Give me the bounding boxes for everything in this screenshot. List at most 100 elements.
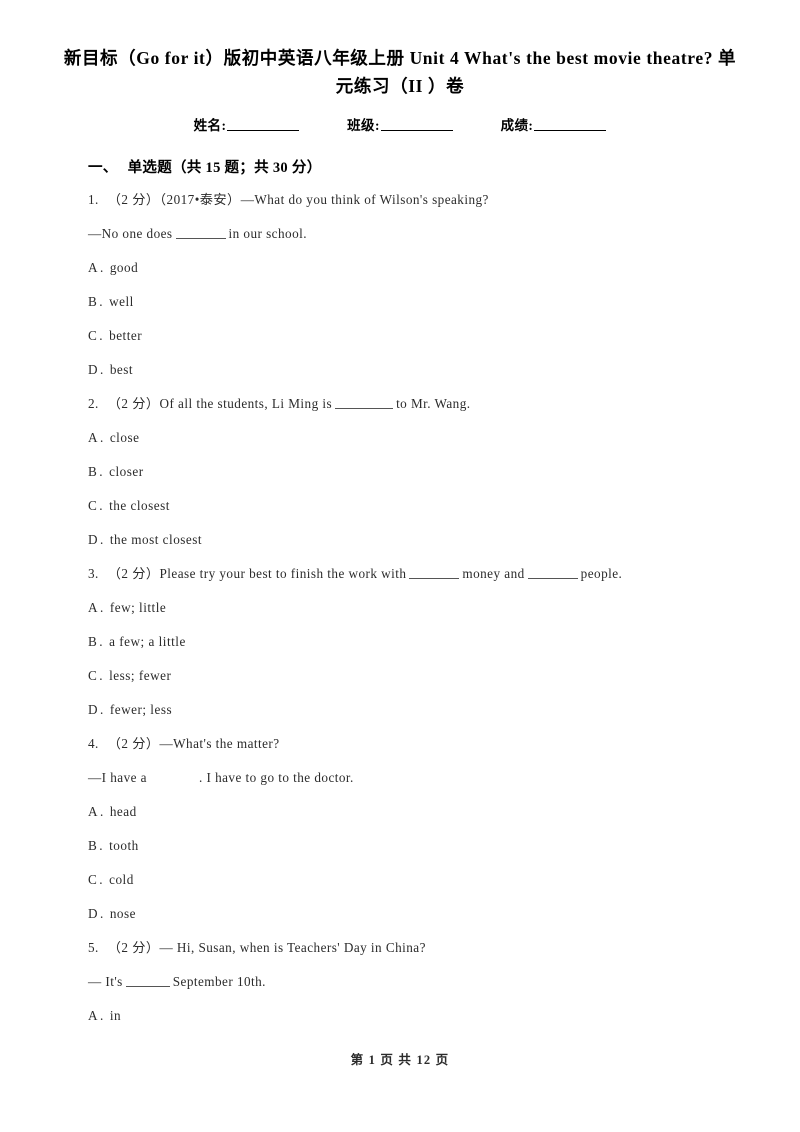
question-4-option-a[interactable]: A. head <box>88 803 738 820</box>
question-3-option-b-text: a few; a little <box>109 634 186 649</box>
question-5-stem: 5. （2 分）— Hi, Susan, when is Teachers' Da… <box>88 939 738 956</box>
question-5-points: （2 分） <box>107 940 160 955</box>
question-3-stem-post: people. <box>580 566 623 581</box>
question-4-option-c-text: cold <box>109 872 134 887</box>
question-4-option-a-dot: . <box>100 804 104 819</box>
question-3-option-d-text: fewer; less <box>109 702 173 717</box>
question-2-option-a-dot: . <box>100 430 104 445</box>
question-3-answer-blank-2[interactable] <box>527 567 578 579</box>
question-4-option-c[interactable]: C. cold <box>88 871 738 888</box>
question-3-option-c[interactable]: C. less; fewer <box>88 667 738 684</box>
question-3-option-b-dot: . <box>99 634 104 649</box>
question-1-option-a-text: good <box>109 260 139 275</box>
question-2-answer-blank[interactable] <box>335 397 394 409</box>
question-2-option-c-letter: C <box>88 498 98 513</box>
question-3-option-c-text: less; fewer <box>109 668 172 683</box>
class-blank[interactable] <box>380 119 453 131</box>
question-2-option-c-text: the closest <box>109 498 170 513</box>
question-3-option-a-text: few; little <box>109 600 167 615</box>
page-title: 新目标（Go for it）版初中英语八年级上册 Unit 4 What's t… <box>62 0 738 100</box>
question-2-option-a[interactable]: A. close <box>88 429 738 446</box>
question-1-answer-blank[interactable] <box>175 227 226 239</box>
question-5-answer-blank[interactable] <box>125 975 170 987</box>
question-2-option-b-dot: . <box>99 464 104 479</box>
question-4-stem2-post: . I have to go to the doctor. <box>198 770 354 785</box>
question-2-stem-post: to Mr. Wang. <box>396 396 471 411</box>
question-2-option-b[interactable]: B. closer <box>88 463 738 480</box>
question-list: 1. （2 分）（2017•泰安）—What do you think of Wi… <box>88 191 738 1024</box>
question-4-option-b-letter: B <box>88 838 98 853</box>
question-3-answer-blank-1[interactable] <box>409 567 460 579</box>
question-1-option-c-dot: . <box>99 328 104 343</box>
question-4-option-a-letter: A <box>88 804 99 819</box>
question-2-option-a-text: close <box>109 430 140 445</box>
question-4-option-d-letter: D <box>88 906 99 921</box>
question-1-option-b-text: well <box>109 294 134 309</box>
question-2-option-d[interactable]: D. the most closest <box>88 531 738 548</box>
question-3-option-c-dot: . <box>99 668 104 683</box>
question-3-number: 3. <box>88 566 99 581</box>
question-5-option-a[interactable]: A. in <box>88 1007 738 1024</box>
question-1-stem: 1. （2 分）（2017•泰安）—What do you think of Wi… <box>88 191 738 208</box>
section-number: 一、 <box>88 160 118 176</box>
question-4-answer-blank[interactable] <box>150 772 196 783</box>
question-2-points: （2 分） <box>107 396 160 411</box>
question-3-option-b[interactable]: B. a few; a little <box>88 633 738 650</box>
question-1-option-c[interactable]: C. better <box>88 327 738 344</box>
page-title-line-1: 新目标（Go for it）版初中英语八年级上册 Unit 4 What's t… <box>63 48 642 68</box>
question-3-points: （2 分） <box>107 566 160 581</box>
question-1-stem2-pre: —No one does <box>88 226 173 241</box>
question-2-option-d-text: the most closest <box>109 532 203 547</box>
question-3-option-c-letter: C <box>88 668 98 683</box>
name-label: 姓名: <box>193 118 227 133</box>
question-3-stem-mid: money and <box>462 566 525 581</box>
page-footer: 第 1 页 共 12 页 <box>350 1053 450 1067</box>
score-blank[interactable] <box>534 119 607 131</box>
question-1-option-d[interactable]: D. best <box>88 361 738 378</box>
question-1-option-b-letter: B <box>88 294 98 309</box>
question-1-option-b-dot: . <box>99 294 104 309</box>
question-2-stem: 2. （2 分）Of all the students, Li Ming is to… <box>88 395 738 412</box>
question-2-option-c[interactable]: C. the closest <box>88 497 738 514</box>
question-2-option-d-dot: . <box>100 532 104 547</box>
question-2-option-a-letter: A <box>88 430 99 445</box>
question-4-option-d[interactable]: D. nose <box>88 905 738 922</box>
question-2: 2. （2 分）Of all the students, Li Ming is to… <box>88 395 738 548</box>
question-1-option-c-letter: C <box>88 328 98 343</box>
class-label: 班级: <box>347 118 380 133</box>
score-label: 成绩: <box>500 118 534 133</box>
question-1-option-a[interactable]: A. good <box>88 259 738 276</box>
name-blank[interactable] <box>227 119 300 131</box>
question-5-number: 5. <box>88 940 99 955</box>
question-5: 5. （2 分）— Hi, Susan, when is Teachers' Da… <box>88 939 738 1024</box>
question-4-number: 4. <box>88 736 99 751</box>
question-5-stem-line-2: — It's September 10th. <box>88 973 738 990</box>
question-3-option-a[interactable]: A. few; little <box>88 599 738 616</box>
question-1-stem-line-2: —No one does in our school. <box>88 225 738 242</box>
question-1-source: （2017•泰安） <box>159 192 241 207</box>
question-4: 4. （2 分）—What's the matter? —I have a . I … <box>88 735 738 922</box>
name-field-group: 姓名: <box>194 114 300 134</box>
question-1-points: （2 分） <box>107 192 160 207</box>
question-5-stem-text: — Hi, Susan, when is Teachers' Day in Ch… <box>159 940 426 955</box>
question-4-option-a-text: head <box>109 804 137 819</box>
question-4-stem-line-2: —I have a . I have to go to the doctor. <box>88 769 738 786</box>
question-4-stem-text: —What's the matter? <box>159 736 280 751</box>
question-4-points: （2 分） <box>107 736 160 751</box>
question-1-stem-text: —What do you think of Wilson's speaking? <box>240 192 489 207</box>
student-info-line: 姓名: 班级: 成绩: <box>62 114 738 134</box>
question-1-option-d-dot: . <box>100 362 104 377</box>
question-2-option-d-letter: D <box>88 532 99 547</box>
question-3-option-d[interactable]: D. fewer; less <box>88 701 738 718</box>
question-5-stem2-post: September 10th. <box>172 974 266 989</box>
question-4-option-b-dot: . <box>99 838 104 853</box>
question-4-option-b[interactable]: B. tooth <box>88 837 738 854</box>
question-5-option-a-dot: . <box>100 1008 104 1023</box>
question-5-option-a-text: in <box>109 1008 122 1023</box>
class-field-group: 班级: <box>347 114 453 134</box>
question-4-option-c-letter: C <box>88 872 98 887</box>
question-3-option-a-dot: . <box>100 600 104 615</box>
question-2-option-b-letter: B <box>88 464 98 479</box>
question-1-option-b[interactable]: B. well <box>88 293 738 310</box>
question-2-option-b-text: closer <box>109 464 144 479</box>
